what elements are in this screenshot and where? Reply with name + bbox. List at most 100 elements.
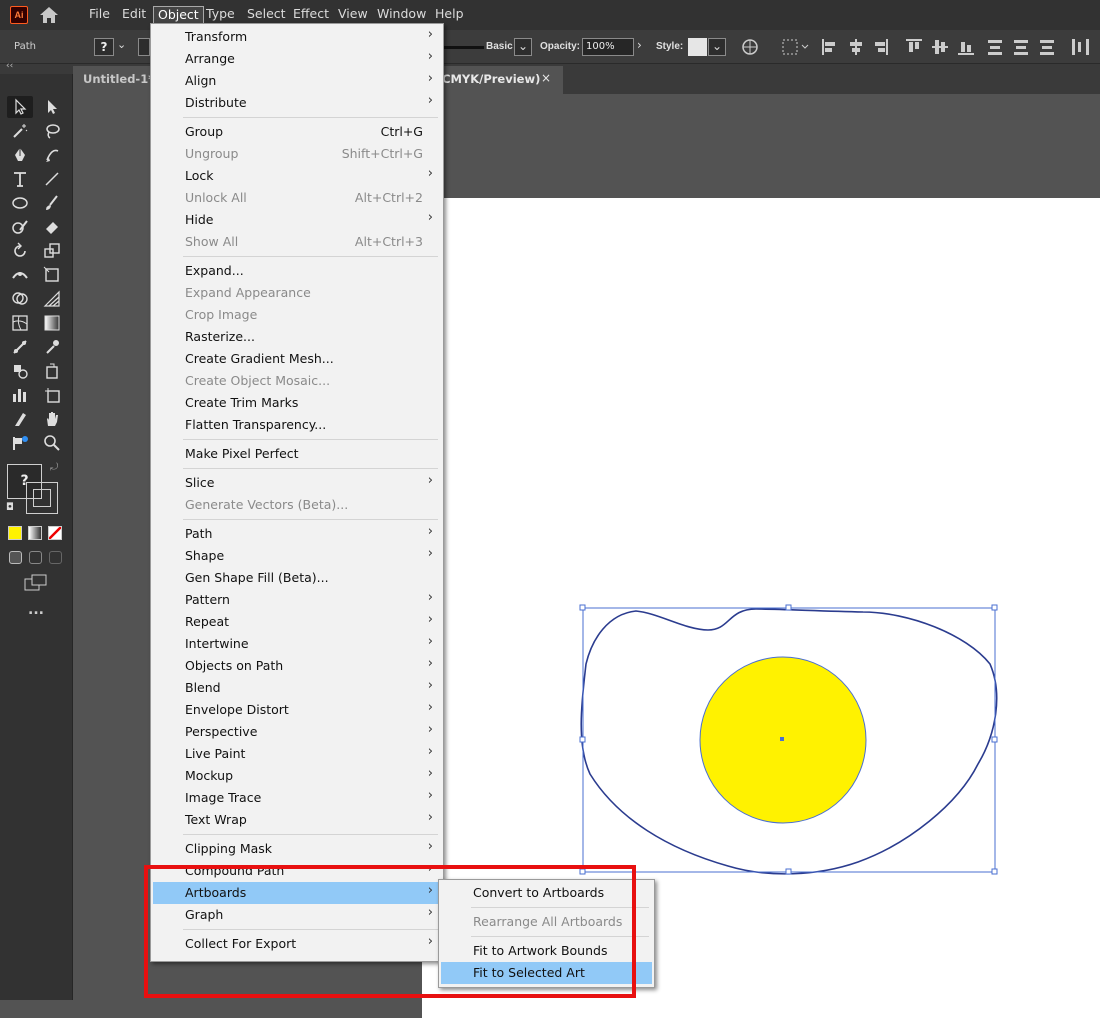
menu-item-expand-appearance[interactable]: Expand Appearance <box>153 282 441 304</box>
scale-tool-icon[interactable] <box>39 240 65 262</box>
menu-item-create-object-mosaic[interactable]: Create Object Mosaic... <box>153 370 441 392</box>
menu-item-create-gradient-mesh[interactable]: Create Gradient Mesh... <box>153 348 441 370</box>
recolor-icon[interactable] <box>741 38 759 56</box>
menu-item-pattern[interactable]: Pattern › <box>153 589 441 611</box>
menu-item-envelope-distort[interactable]: Envelope Distort › <box>153 699 441 721</box>
menu-select[interactable]: Select <box>243 6 290 24</box>
draw-normal-icon[interactable] <box>9 551 22 564</box>
type-tool-icon[interactable] <box>7 168 33 190</box>
blend-tool-icon[interactable] <box>7 336 33 358</box>
menu-item-unlock-all[interactable]: Unlock All Alt+Ctrl+2 <box>153 187 441 209</box>
mesh-tool-icon[interactable] <box>7 312 33 334</box>
column-graph-tool-icon[interactable] <box>7 384 33 406</box>
lasso-tool-icon[interactable] <box>39 120 65 142</box>
style-dropdown-icon[interactable]: ⌄ <box>708 38 726 56</box>
menu-item-create-trim-marks[interactable]: Create Trim Marks <box>153 392 441 414</box>
menu-item-image-trace[interactable]: Image Trace › <box>153 787 441 809</box>
menu-item-path[interactable]: Path › <box>153 523 441 545</box>
align-buttons-group[interactable] <box>820 38 1100 56</box>
perspective-grid-tool-icon[interactable] <box>39 288 65 310</box>
eraser-tool-icon[interactable] <box>39 216 65 238</box>
free-transform-tool-icon[interactable] <box>39 264 65 286</box>
menu-item-arrange[interactable]: Arrange › <box>153 48 441 70</box>
default-fill-stroke-icon[interactable]: ◘ <box>6 502 14 513</box>
menu-item-rasterize[interactable]: Rasterize... <box>153 326 441 348</box>
direct-selection-tool-icon[interactable] <box>39 96 65 118</box>
edit-toolbar-icon[interactable] <box>7 432 33 454</box>
swap-fill-stroke-icon[interactable]: ⤾ <box>50 462 58 473</box>
gradient-tool-icon[interactable] <box>39 312 65 334</box>
pen-tool-icon[interactable] <box>7 144 33 166</box>
color-mode-button[interactable] <box>8 526 22 540</box>
brush-dropdown-icon[interactable]: ⌄ <box>514 38 532 56</box>
menu-view[interactable]: View <box>334 6 372 24</box>
menu-edit[interactable]: Edit <box>118 6 150 24</box>
selection-tool-icon[interactable] <box>7 96 33 118</box>
menu-item-live-paint[interactable]: Live Paint › <box>153 743 441 765</box>
menu-item-mockup[interactable]: Mockup › <box>153 765 441 787</box>
menu-item-group[interactable]: Group Ctrl+G <box>153 121 441 143</box>
width-tool-icon[interactable] <box>7 264 33 286</box>
align-to-icon[interactable] <box>782 39 810 55</box>
rotate-tool-icon[interactable] <box>7 240 33 262</box>
menu-type[interactable]: Type <box>202 6 239 24</box>
draw-behind-icon[interactable] <box>29 551 42 564</box>
slice-tool-icon[interactable] <box>7 408 33 430</box>
egg-artwork[interactable] <box>578 604 1000 876</box>
fill-swatch[interactable]: ? <box>94 38 114 56</box>
opacity-arrow-icon[interactable]: › <box>637 38 642 52</box>
menu-item-transform[interactable]: Transform › <box>153 26 441 48</box>
menu-item-perspective[interactable]: Perspective › <box>153 721 441 743</box>
menu-item-ungroup[interactable]: Ungroup Shift+Ctrl+G <box>153 143 441 165</box>
live-paint-bucket-tool-icon[interactable] <box>7 360 33 382</box>
draw-inside-icon[interactable] <box>49 551 62 564</box>
line-segment-tool-icon[interactable] <box>39 168 65 190</box>
menu-item-hide[interactable]: Hide › <box>153 209 441 231</box>
menu-item-objects-on-path[interactable]: Objects on Path › <box>153 655 441 677</box>
ellipse-tool-icon[interactable] <box>7 192 33 214</box>
menu-help[interactable]: Help <box>431 6 468 24</box>
menu-item-blend[interactable]: Blend › <box>153 677 441 699</box>
menu-item-distribute[interactable]: Distribute › <box>153 92 441 114</box>
menu-item-gen-shape-fill-beta[interactable]: Gen Shape Fill (Beta)... <box>153 567 441 589</box>
menu-file[interactable]: File <box>85 6 114 24</box>
menu-item-text-wrap[interactable]: Text Wrap › <box>153 809 441 831</box>
menu-window[interactable]: Window <box>373 6 430 24</box>
menu-item-flatten-transparency[interactable]: Flatten Transparency... <box>153 414 441 436</box>
home-icon[interactable] <box>38 6 60 24</box>
curvature-tool-icon[interactable] <box>39 144 65 166</box>
fill-dropdown-icon[interactable]: ⌄ <box>117 38 126 51</box>
style-swatch[interactable] <box>688 38 707 56</box>
stroke-indicator[interactable] <box>26 482 58 514</box>
menu-effect[interactable]: Effect <box>289 6 333 24</box>
menu-item-clipping-mask[interactable]: Clipping Mask › <box>153 838 441 860</box>
menu-item-shape[interactable]: Shape › <box>153 545 441 567</box>
close-tab-icon[interactable]: × <box>541 71 551 85</box>
hand-tool-icon[interactable] <box>39 408 65 430</box>
menu-object[interactable]: Object <box>153 6 204 24</box>
live-paint-selection-tool-icon[interactable] <box>39 360 65 382</box>
menu-item-crop-image[interactable]: Crop Image <box>153 304 441 326</box>
screen-mode-icon[interactable] <box>24 574 48 592</box>
artboard-tool-icon[interactable] <box>39 384 65 406</box>
menu-item-generate-vectors-beta[interactable]: Generate Vectors (Beta)... <box>153 494 441 516</box>
opacity-input[interactable]: 100% <box>582 38 634 56</box>
magic-wand-tool-icon[interactable] <box>7 120 33 142</box>
menu-item-slice[interactable]: Slice › <box>153 472 441 494</box>
menu-item-align[interactable]: Align › <box>153 70 441 92</box>
gradient-mode-button[interactable] <box>28 526 42 540</box>
menu-item-repeat[interactable]: Repeat › <box>153 611 441 633</box>
menu-item-make-pixel-perfect[interactable]: Make Pixel Perfect <box>153 443 441 465</box>
stroke-swatch[interactable] <box>138 38 150 56</box>
menu-item-show-all[interactable]: Show All Alt+Ctrl+3 <box>153 231 441 253</box>
none-mode-button[interactable] <box>48 526 62 540</box>
menu-item-lock[interactable]: Lock › <box>153 165 441 187</box>
zoom-tool-icon[interactable] <box>39 432 65 454</box>
paintbrush-tool-icon[interactable] <box>39 192 65 214</box>
collapse-panels-icon[interactable]: ‹‹ <box>6 61 13 71</box>
shaper-tool-icon[interactable] <box>7 216 33 238</box>
menu-item-expand[interactable]: Expand... <box>153 260 441 282</box>
shape-builder-tool-icon[interactable] <box>7 288 33 310</box>
menu-item-intertwine[interactable]: Intertwine › <box>153 633 441 655</box>
more-tools-icon[interactable]: ... <box>28 602 44 618</box>
